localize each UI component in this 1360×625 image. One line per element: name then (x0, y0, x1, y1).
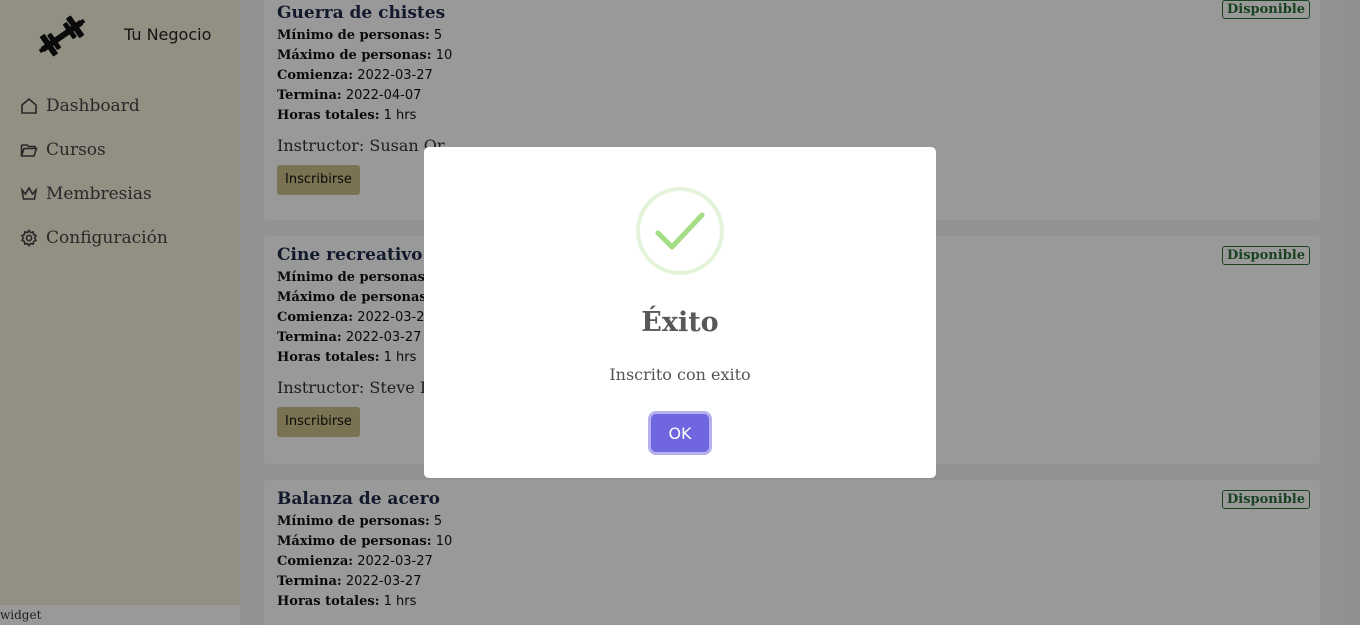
dialog-message: Inscrito con exito (609, 365, 751, 384)
dialog-title: Éxito (641, 307, 719, 338)
ok-button[interactable]: OK (651, 414, 709, 452)
success-check-icon (636, 187, 724, 275)
success-dialog: Éxito Inscrito con exito OK (424, 147, 936, 478)
